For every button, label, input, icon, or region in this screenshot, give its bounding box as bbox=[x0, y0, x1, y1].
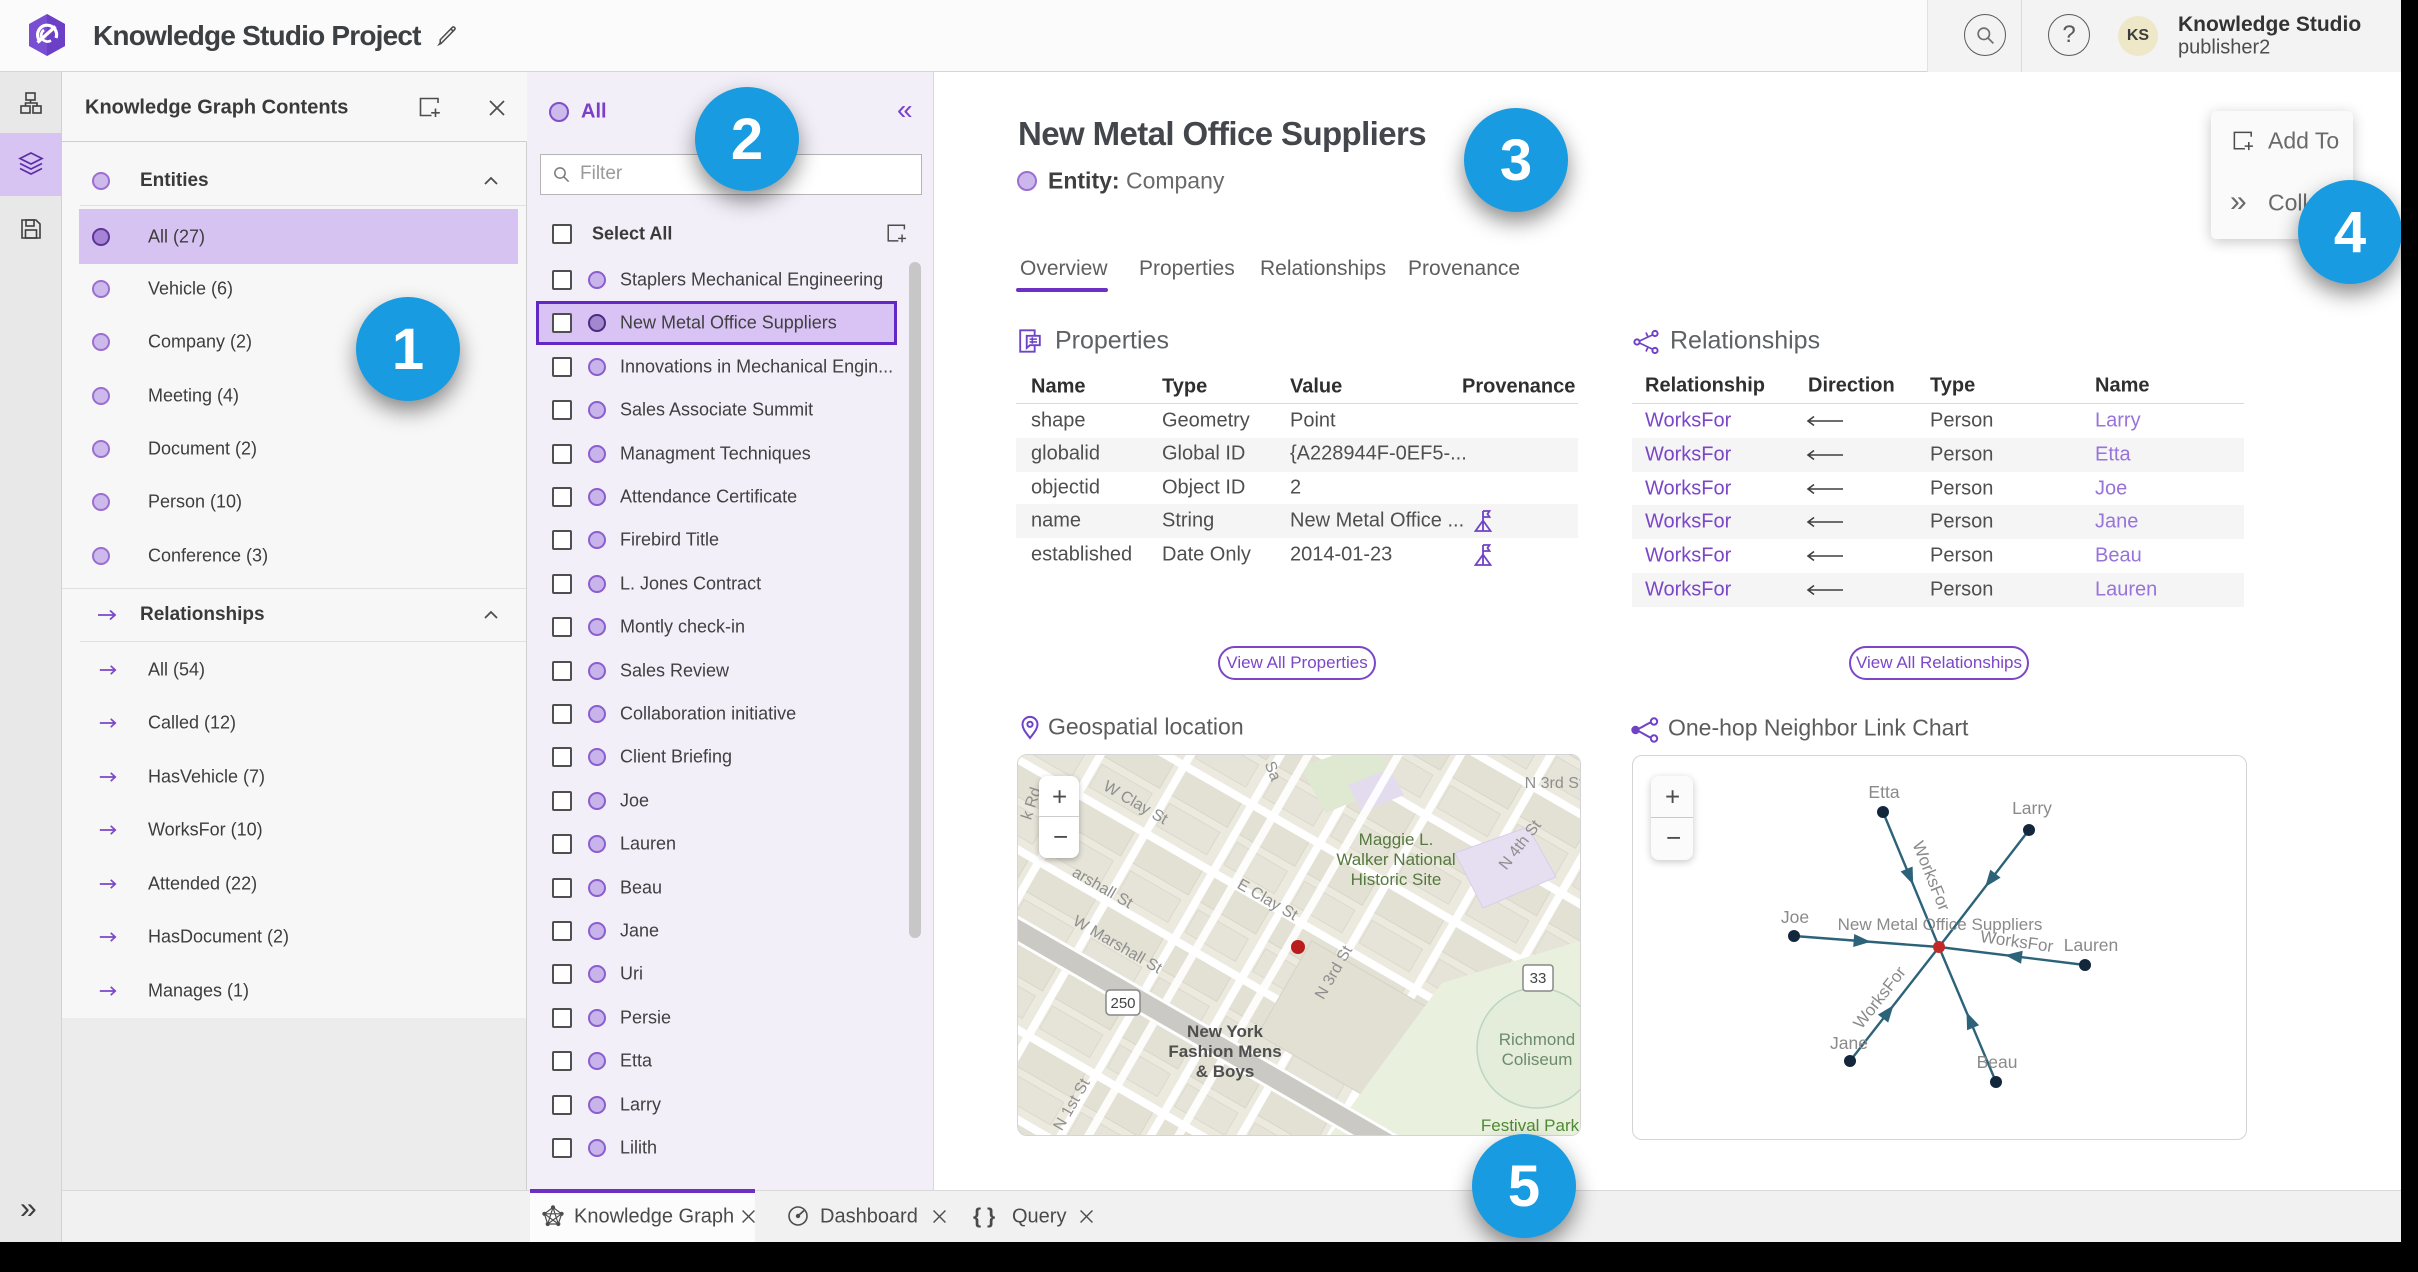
svg-text:250: 250 bbox=[1110, 995, 1135, 1012]
svg-text:Etta: Etta bbox=[1868, 782, 1899, 802]
svg-text:Historic Site: Historic Site bbox=[1351, 870, 1442, 889]
svg-text:WorksFor: WorksFor bbox=[1909, 838, 1954, 913]
svg-text:Walker National: Walker National bbox=[1336, 850, 1455, 869]
svg-text:Joe: Joe bbox=[1781, 907, 1809, 927]
svg-text:Jane: Jane bbox=[1830, 1033, 1868, 1053]
svg-text:Maggie L.: Maggie L. bbox=[1359, 830, 1434, 849]
svg-text:33: 33 bbox=[1530, 970, 1547, 987]
svg-text:Richmond: Richmond bbox=[1499, 1030, 1576, 1049]
svg-text:& Boys: & Boys bbox=[1196, 1062, 1255, 1081]
svg-text:WorksFor: WorksFor bbox=[1979, 927, 2055, 956]
svg-text:Larry: Larry bbox=[2012, 798, 2052, 818]
svg-text:Lauren: Lauren bbox=[2064, 935, 2119, 955]
svg-text:New York: New York bbox=[1187, 1022, 1263, 1041]
svg-text:Beau: Beau bbox=[1977, 1052, 2018, 1072]
svg-text:Coliseum: Coliseum bbox=[1502, 1050, 1573, 1069]
svg-text:Festival Park: Festival Park bbox=[1481, 1116, 1580, 1135]
svg-text:N 3rd St: N 3rd St bbox=[1525, 775, 1580, 792]
svg-text:Fashion Mens: Fashion Mens bbox=[1168, 1042, 1281, 1061]
